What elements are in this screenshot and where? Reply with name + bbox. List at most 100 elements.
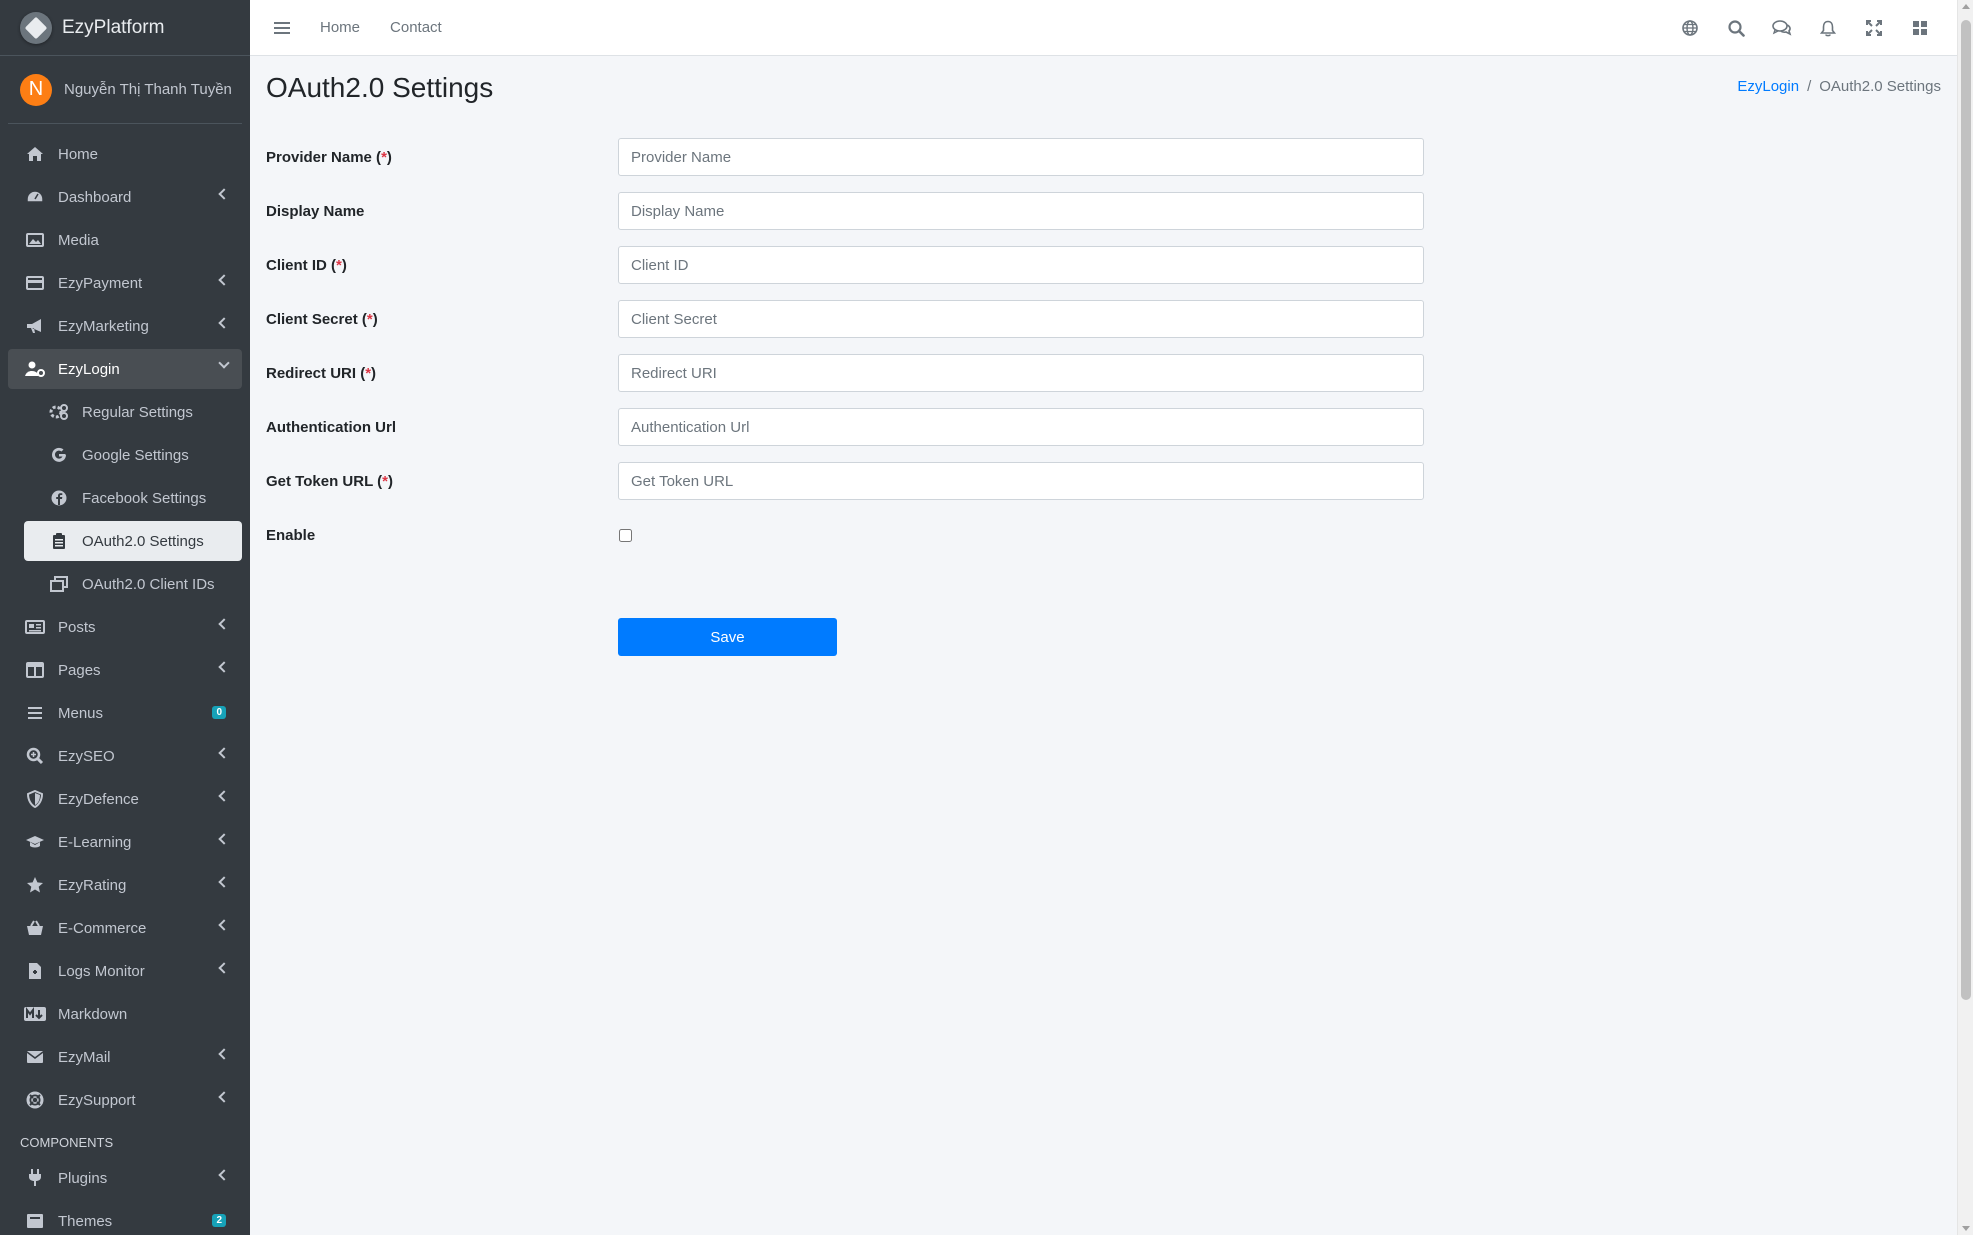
chevron-left-icon xyxy=(218,747,230,759)
chevron-down-icon xyxy=(218,357,230,369)
dashboard-icon xyxy=(24,189,46,205)
grid-icon[interactable] xyxy=(1897,0,1943,56)
sidebar-item-label: EzyRating xyxy=(58,876,127,894)
required-mark: * xyxy=(366,310,373,328)
scrollbar-thumb[interactable] xyxy=(1961,20,1971,1000)
enable-checkbox[interactable] xyxy=(619,528,632,542)
chevron-left-icon xyxy=(218,1091,230,1103)
sidebar-item-themes[interactable]: Themes 2 xyxy=(8,1201,242,1235)
user-name[interactable]: Nguyễn Thị Thanh Tuyền xyxy=(64,81,232,98)
sidebar-item-label: OAuth2.0 Client IDs xyxy=(82,575,215,593)
sidebar-item-label: EzyMail xyxy=(58,1048,111,1066)
sidebar-item-logs-monitor[interactable]: Logs Monitor xyxy=(8,951,242,991)
bell-icon[interactable] xyxy=(1805,0,1851,56)
chevron-left-icon xyxy=(218,790,230,802)
brand[interactable]: EzyPlatform xyxy=(0,0,250,56)
sidebar-item-label: Plugins xyxy=(58,1169,108,1187)
breadcrumb-current: OAuth2.0 Settings xyxy=(1819,78,1941,95)
sidebar: EzyPlatform N Nguyễn Thị Thanh Tuyền Hom… xyxy=(0,0,250,1235)
window-restore-icon xyxy=(48,576,70,592)
search-icon[interactable] xyxy=(1713,0,1759,56)
form-row-get-token-url: Get Token URL (*) xyxy=(266,454,1424,508)
redirect-uri-label: Redirect URI (*) xyxy=(266,364,377,382)
sidebar-item-e-learning[interactable]: E-Learning xyxy=(8,822,242,862)
sidebar-item-label: Facebook Settings xyxy=(82,489,207,507)
sidebar-item-pages[interactable]: Pages xyxy=(8,650,242,690)
sidebar-item-label: EzyPayment xyxy=(58,274,143,292)
sidebar-item-label: EzyDefence xyxy=(58,790,139,808)
sidebar-item-facebook-settings[interactable]: Facebook Settings xyxy=(24,478,242,518)
graduation-cap-icon xyxy=(24,834,46,850)
chevron-left-icon xyxy=(218,317,230,329)
client-secret-input[interactable] xyxy=(618,300,1424,338)
sidebar-item-dashboard[interactable]: Dashboard xyxy=(8,177,242,217)
bars-icon xyxy=(24,706,46,720)
avatar: N xyxy=(20,73,52,106)
sidebar-item-label: EzyLogin xyxy=(58,360,120,378)
top-link-contact[interactable]: Contact xyxy=(390,19,442,36)
required-mark: * xyxy=(365,364,372,382)
sidebar-item-plugins[interactable]: Plugins xyxy=(8,1158,242,1198)
authentication-url-label: Authentication Url xyxy=(266,418,396,436)
sidebar-item-ezysupport[interactable]: EzySupport xyxy=(8,1080,242,1120)
page-scrollbar[interactable] xyxy=(1957,0,1973,1235)
sidebar-item-oauth2-settings[interactable]: OAuth2.0 Settings xyxy=(24,521,242,561)
globe-icon[interactable] xyxy=(1667,0,1713,56)
expand-icon[interactable] xyxy=(1851,0,1897,56)
sidebar-item-ezypayment[interactable]: EzyPayment xyxy=(8,263,242,303)
sidebar-nav: Home Dashboard Media EzyPayment EzyMarke… xyxy=(0,124,250,1235)
scroll-down-icon[interactable] xyxy=(1962,1226,1970,1231)
sidebar-item-ezyseo[interactable]: EzySEO xyxy=(8,736,242,776)
google-icon xyxy=(48,447,70,463)
required-mark: * xyxy=(336,256,342,274)
sidebar-item-ezyrating[interactable]: EzyRating xyxy=(8,865,242,905)
breadcrumb-ezylogin-link[interactable]: EzyLogin xyxy=(1737,78,1799,95)
form-row-authentication-url: Authentication Url xyxy=(266,400,1424,454)
redirect-uri-input[interactable] xyxy=(618,354,1424,392)
sidebar-item-e-commerce[interactable]: E-Commerce xyxy=(8,908,242,948)
sidebar-item-menus[interactable]: Menus 0 xyxy=(8,693,242,733)
brand-logo-icon xyxy=(20,11,52,44)
sidebar-item-google-settings[interactable]: Google Settings xyxy=(24,435,242,475)
sidebar-item-ezymarketing[interactable]: EzyMarketing xyxy=(8,306,242,346)
authentication-url-input[interactable] xyxy=(618,408,1424,446)
columns-icon xyxy=(24,662,46,678)
sidebar-item-home[interactable]: Home xyxy=(8,134,242,174)
sidebar-toggle-icon[interactable] xyxy=(274,21,290,34)
cogs-icon xyxy=(48,404,70,420)
sidebar-item-ezydefence[interactable]: EzyDefence xyxy=(8,779,242,819)
provider-name-input[interactable] xyxy=(618,138,1424,176)
markdown-icon xyxy=(24,1007,46,1021)
form-row-provider-name: Provider Name (*) xyxy=(266,130,1424,184)
basket-icon xyxy=(24,920,46,936)
chevron-left-icon xyxy=(218,876,230,888)
save-button[interactable]: Save xyxy=(618,618,837,656)
sidebar-item-label: EzyMarketing xyxy=(58,317,149,335)
chevron-left-icon xyxy=(218,618,230,630)
sidebar-item-posts[interactable]: Posts xyxy=(8,607,242,647)
newspaper-icon xyxy=(24,620,46,634)
chevron-left-icon xyxy=(218,1169,230,1181)
sidebar-item-markdown[interactable]: Markdown xyxy=(8,994,242,1034)
user-panel[interactable]: N Nguyễn Thị Thanh Tuyền xyxy=(8,56,242,124)
sidebar-item-regular-settings[interactable]: Regular Settings xyxy=(24,392,242,432)
comments-icon[interactable] xyxy=(1759,0,1805,56)
display-name-input[interactable] xyxy=(618,192,1424,230)
main-content: OAuth2.0 Settings EzyLogin / OAuth2.0 Se… xyxy=(250,56,1957,1235)
form-row-client-secret: Client Secret (*) xyxy=(266,292,1424,346)
sidebar-item-label: Dashboard xyxy=(58,188,132,206)
get-token-url-input[interactable] xyxy=(618,462,1424,500)
sidebar-item-label: Media xyxy=(58,231,99,249)
clipboard-list-icon xyxy=(48,533,70,549)
sidebar-item-media[interactable]: Media xyxy=(8,220,242,260)
chevron-left-icon xyxy=(218,919,230,931)
sidebar-item-label: E-Commerce xyxy=(58,919,147,937)
sidebar-item-ezymail[interactable]: EzyMail xyxy=(8,1037,242,1077)
top-link-home[interactable]: Home xyxy=(320,19,360,36)
top-navbar: Home Contact xyxy=(250,0,1957,56)
client-id-input[interactable] xyxy=(618,246,1424,284)
scroll-up-icon[interactable] xyxy=(1962,4,1970,9)
sidebar-item-ezylogin[interactable]: EzyLogin xyxy=(8,349,242,389)
sidebar-item-oauth2-client-ids[interactable]: OAuth2.0 Client IDs xyxy=(24,564,242,604)
chevron-left-icon xyxy=(218,1048,230,1060)
